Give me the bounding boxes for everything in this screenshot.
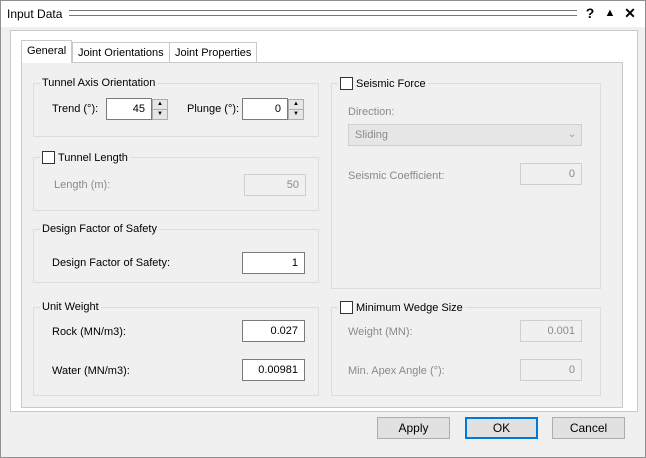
seismic-title: Seismic Force	[338, 77, 428, 90]
design-fos-title: Design Factor of Safety	[40, 223, 159, 235]
min-wedge-title-text: Minimum Wedge Size	[356, 301, 463, 314]
collapse-icon[interactable]: ▲	[601, 4, 619, 22]
general-tab-page: Tunnel Axis Orientation Trend (°): 45 ▲ …	[21, 62, 623, 408]
tab-joint-orientations[interactable]: Joint Orientations	[72, 42, 170, 62]
tab-general[interactable]: General	[21, 40, 73, 63]
chevron-down-icon: ⌄	[567, 129, 576, 140]
wedge-weight-label: Weight (MN):	[348, 326, 413, 338]
cancel-button[interactable]: Cancel	[552, 417, 625, 439]
seismic-title-text: Seismic Force	[356, 77, 426, 90]
direction-label: Direction:	[348, 106, 395, 118]
direction-select[interactable]: Sliding ⌄	[348, 124, 582, 146]
unit-weight-title: Unit Weight	[40, 301, 101, 313]
plunge-input[interactable]: 0	[242, 98, 288, 120]
min-wedge-group: Minimum Wedge Size Weight (MN): 0.001 Mi…	[331, 301, 601, 396]
input-data-dialog: Input Data ? ▲ ✕ General Joint Orientati…	[0, 0, 646, 458]
tunnel-length-checkbox[interactable]	[42, 151, 55, 164]
seismic-group: Seismic Force Direction: Sliding ⌄ Seism…	[331, 77, 601, 289]
apex-angle-label: Min. Apex Angle (°):	[348, 365, 445, 377]
rock-label: Rock (MN/m3):	[52, 326, 126, 338]
title-bar[interactable]: Input Data ? ▲ ✕	[1, 1, 645, 27]
trend-input[interactable]: 45	[106, 98, 152, 120]
length-input[interactable]: 50	[244, 174, 306, 196]
rock-input[interactable]: 0.027	[242, 320, 305, 342]
seismic-coefficient-label: Seismic Coefficient:	[348, 170, 445, 182]
min-wedge-title: Minimum Wedge Size	[338, 301, 465, 314]
tunnel-length-title: Tunnel Length	[40, 151, 130, 164]
length-label: Length (m):	[54, 179, 111, 191]
min-wedge-checkbox[interactable]	[340, 301, 353, 314]
tunnel-axis-group: Tunnel Axis Orientation Trend (°): 45 ▲ …	[33, 77, 319, 137]
apply-button[interactable]: Apply	[377, 417, 450, 439]
water-label: Water (MN/m3):	[52, 365, 130, 377]
wedge-weight-input[interactable]: 0.001	[520, 320, 582, 342]
title-grip	[69, 10, 577, 16]
direction-value: Sliding	[355, 129, 389, 141]
window-title: Input Data	[7, 7, 63, 21]
apex-angle-input[interactable]: 0	[520, 359, 582, 381]
ok-button[interactable]: OK	[465, 417, 538, 439]
plunge-down-icon[interactable]: ▼	[288, 109, 304, 120]
trend-spinner: ▲ ▼	[152, 98, 168, 120]
seismic-coefficient-input[interactable]: 0	[520, 163, 582, 185]
seismic-checkbox[interactable]	[340, 77, 353, 90]
tunnel-axis-title: Tunnel Axis Orientation	[40, 77, 158, 89]
trend-down-icon[interactable]: ▼	[152, 109, 168, 120]
close-icon[interactable]: ✕	[621, 4, 639, 22]
design-fos-label: Design Factor of Safety:	[52, 257, 170, 269]
plunge-label: Plunge (°):	[187, 103, 240, 115]
tunnel-length-group: Tunnel Length Length (m): 50	[33, 151, 319, 211]
design-fos-input[interactable]: 1	[242, 252, 305, 274]
tunnel-length-title-text: Tunnel Length	[58, 151, 128, 164]
tab-joint-properties[interactable]: Joint Properties	[169, 42, 258, 62]
trend-label: Trend (°):	[52, 103, 99, 115]
help-icon[interactable]: ?	[581, 4, 599, 22]
water-input[interactable]: 0.00981	[242, 359, 305, 381]
plunge-spinner: ▲ ▼	[288, 98, 304, 120]
unit-weight-group: Unit Weight Rock (MN/m3): 0.027 Water (M…	[33, 301, 319, 396]
design-fos-group: Design Factor of Safety Design Factor of…	[33, 223, 319, 283]
